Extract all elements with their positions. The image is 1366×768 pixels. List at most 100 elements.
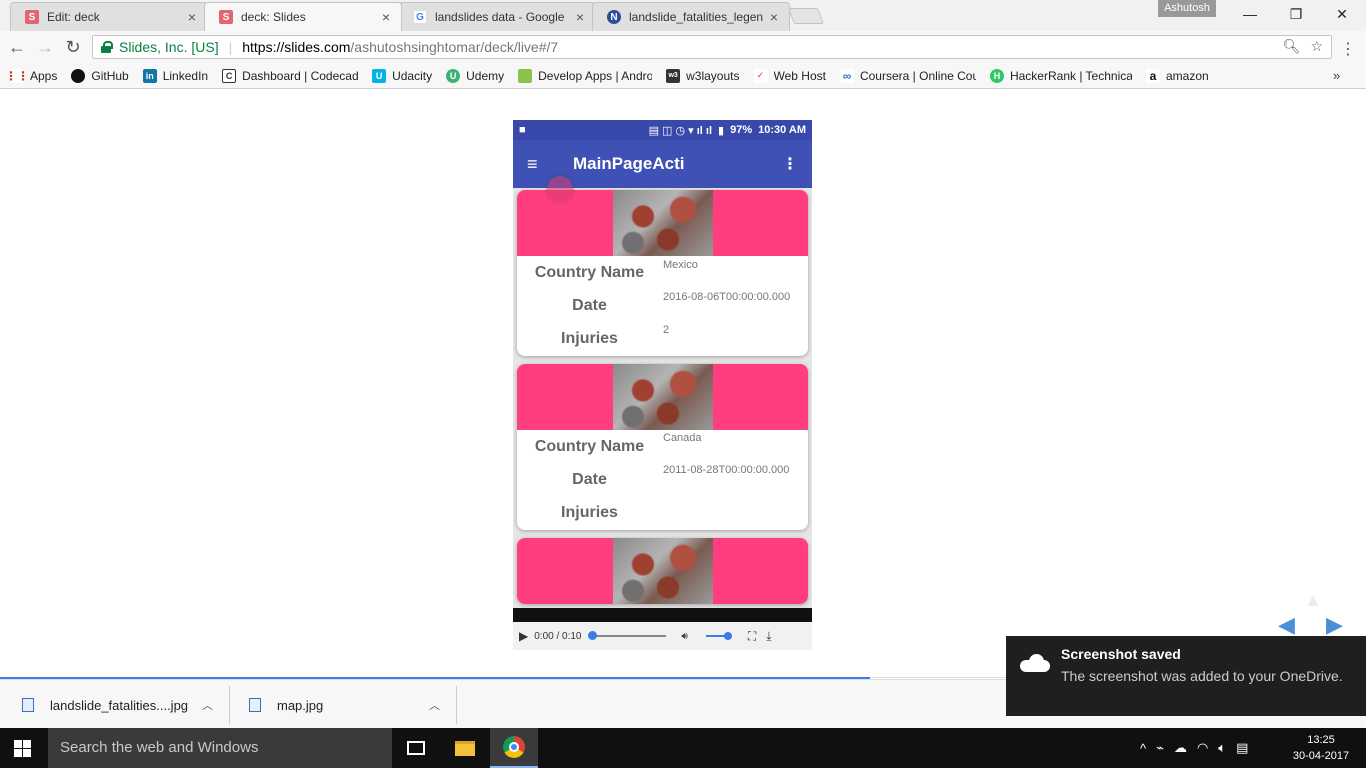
bookmark-label: Dashboard | Codecad: [242, 68, 359, 83]
windows-start-icon[interactable]: [14, 740, 31, 757]
bookmark-coursera[interactable]: ∞ Coursera | Online Cou: [839, 68, 976, 83]
date-value: 2016-08-06T00:00:00.000: [663, 291, 791, 303]
bookmark-udemy[interactable]: U Udemy: [446, 68, 504, 83]
caret-up-icon[interactable]: ︿: [202, 697, 213, 713]
tab-edit-deck[interactable]: S Edit: deck ×: [10, 2, 208, 31]
tab-landslide-fatalities[interactable]: N landslide_fatalities_legen ×: [592, 2, 790, 31]
close-icon[interactable]: ×: [573, 9, 587, 25]
close-icon[interactable]: ×: [379, 9, 393, 25]
task-view-icon: [407, 741, 425, 755]
tab-title: deck: Slides: [241, 10, 306, 24]
volume-icon[interactable]: 🔈︎: [1218, 740, 1226, 756]
close-icon[interactable]: ×: [767, 9, 781, 25]
slide-up-arrow-icon[interactable]: ▲: [1304, 590, 1322, 611]
bookmark-udacity[interactable]: U Udacity: [372, 68, 432, 83]
android-nav-bar: [513, 608, 812, 622]
tab-title: landslide_fatalities_legen: [629, 10, 764, 24]
play-icon[interactable]: ▶: [519, 629, 528, 643]
download-item[interactable]: map.jpg ︿: [249, 686, 457, 724]
taskbar-clock[interactable]: 13:25 30-04-2017: [1288, 732, 1354, 764]
chrome-taskbar-button[interactable]: [490, 728, 538, 768]
onedrive-icon[interactable]: ☁: [1174, 740, 1187, 756]
bookmark-webhost[interactable]: ✓ Web Host: [753, 68, 826, 83]
download-item[interactable]: landslide_fatalities....jpg ︿: [22, 686, 230, 724]
image-file-icon: [22, 698, 34, 712]
back-arrow-icon[interactable]: ←: [6, 36, 28, 58]
star-icon[interactable]: ☆: [1310, 38, 1323, 55]
onedrive-notification[interactable]: Screenshot saved The screenshot was adde…: [1006, 636, 1366, 716]
country-label: Country Name: [534, 264, 645, 281]
slide-next-arrow-icon[interactable]: ▶: [1326, 612, 1343, 638]
chrome-menu-icon[interactable]: ⋮: [1340, 39, 1356, 59]
close-icon[interactable]: ×: [185, 9, 199, 25]
restore-icon[interactable]: ❐: [1273, 0, 1319, 28]
volume-slider[interactable]: [705, 632, 732, 640]
injuries-label: Injuries: [561, 330, 618, 347]
battery-icon: ▮: [718, 124, 725, 137]
tab-strip: S Edit: deck × S deck: Slides × G landsl…: [0, 0, 1366, 31]
bookmark-label: Web Host: [773, 68, 826, 83]
landslide-map-image: [613, 538, 713, 604]
task-view-button[interactable]: [392, 728, 440, 768]
chevron-up-icon[interactable]: ^: [1140, 741, 1146, 756]
bookmark-label: GitHub: [91, 68, 129, 83]
bookmark-label: amazon: [1165, 68, 1209, 83]
tab-deck-slides[interactable]: S deck: Slides ×: [204, 2, 402, 31]
card-header: [517, 364, 808, 430]
bookmark-hackerrank[interactable]: H HackerRank | Technica: [989, 68, 1132, 83]
overflow-menu-icon[interactable]: ⋮: [782, 154, 798, 174]
address-bar[interactable]: Slides, Inc. [US] | https://slides.com/a…: [92, 35, 1332, 59]
bookmark-codecademy[interactable]: C Dashboard | Codecad: [222, 68, 359, 83]
bookmark-label: HackerRank | Technica: [1009, 68, 1132, 83]
landslide-card[interactable]: Country Name Date Injuries Canada 2011-0…: [517, 364, 808, 530]
phone-screen-video[interactable]: ■ ▤ ◫ ◷ ▾ ıl ıl ▮ 97% 10:30 AM ≡ MainPag…: [513, 120, 812, 650]
coursera-icon: ∞: [839, 68, 854, 83]
notification-body: The screenshot was added to your OneDriv…: [1061, 668, 1343, 684]
divider: |: [228, 39, 233, 55]
bookmark-amazon[interactable]: a amazon: [1145, 68, 1209, 83]
forward-arrow-icon[interactable]: →: [34, 36, 56, 58]
date-label: Date: [572, 297, 607, 314]
hamburger-menu-icon[interactable]: ≡: [527, 154, 545, 175]
slide-prev-arrow-icon[interactable]: ◀: [1278, 612, 1295, 638]
action-center-icon[interactable]: ▤: [1236, 740, 1248, 756]
window-close-icon[interactable]: ✕: [1319, 0, 1365, 28]
android-icon: [518, 68, 533, 83]
app-title: MainPageActi: [573, 154, 685, 173]
taskbar-search-input[interactable]: Search the web and Windows: [48, 728, 392, 768]
slides-favicon-icon: S: [219, 10, 233, 24]
bookmark-linkedin[interactable]: in LinkedIn: [142, 68, 208, 83]
caret-up-icon[interactable]: ︿: [429, 697, 440, 713]
udacity-icon: U: [372, 68, 387, 83]
zoom-icon[interactable]: 🔍︎: [1283, 38, 1301, 55]
profile-button[interactable]: Ashutosh: [1158, 0, 1216, 17]
injuries-value: 2: [663, 324, 670, 336]
fullscreen-icon[interactable]: ⛶: [748, 629, 756, 644]
landslide-card[interactable]: [517, 538, 808, 604]
bookmarks-bar: ⋮⋮ Apps GitHub in LinkedIn C Dashboard | Co…: [0, 63, 1366, 89]
video-seek-slider[interactable]: [587, 631, 666, 640]
bookmark-android[interactable]: Develop Apps | Andro: [518, 68, 653, 83]
volume-icon[interactable]: 🔊︎: [682, 631, 688, 642]
card-header: [517, 538, 808, 604]
video-camera-icon: ■: [519, 124, 526, 136]
date-label: Date: [572, 471, 607, 488]
download-icon[interactable]: ⤓: [766, 629, 771, 644]
file-explorer-button[interactable]: [441, 728, 489, 768]
bookmark-label: Develop Apps | Andro: [538, 68, 653, 83]
more-bookmarks-icon[interactable]: »: [1333, 68, 1340, 83]
minimize-icon[interactable]: —: [1227, 0, 1273, 28]
new-tab-button[interactable]: [788, 8, 824, 24]
tab-landslides-data[interactable]: G landslides data - Google ×: [398, 2, 596, 31]
bookmark-apps[interactable]: ⋮⋮ Apps: [5, 68, 57, 83]
landslide-card[interactable]: Country Name Date Injuries Mexico 2016-0…: [517, 190, 808, 356]
wifi-icon[interactable]: ◠: [1197, 740, 1208, 756]
tab-title: landslides data - Google: [435, 10, 565, 24]
power-plug-icon[interactable]: ⌁: [1156, 740, 1164, 756]
w3-icon: w3: [666, 68, 681, 83]
bookmark-w3layouts[interactable]: w3 w3layouts: [666, 68, 740, 83]
bookmark-github[interactable]: GitHub: [71, 68, 129, 83]
landslide-map-image: [613, 364, 713, 430]
windows-taskbar: Search the web and Windows ^ ⌁ ☁ ◠ 🔈︎ ▤ …: [0, 728, 1366, 768]
reload-icon[interactable]: ↻: [62, 36, 84, 58]
